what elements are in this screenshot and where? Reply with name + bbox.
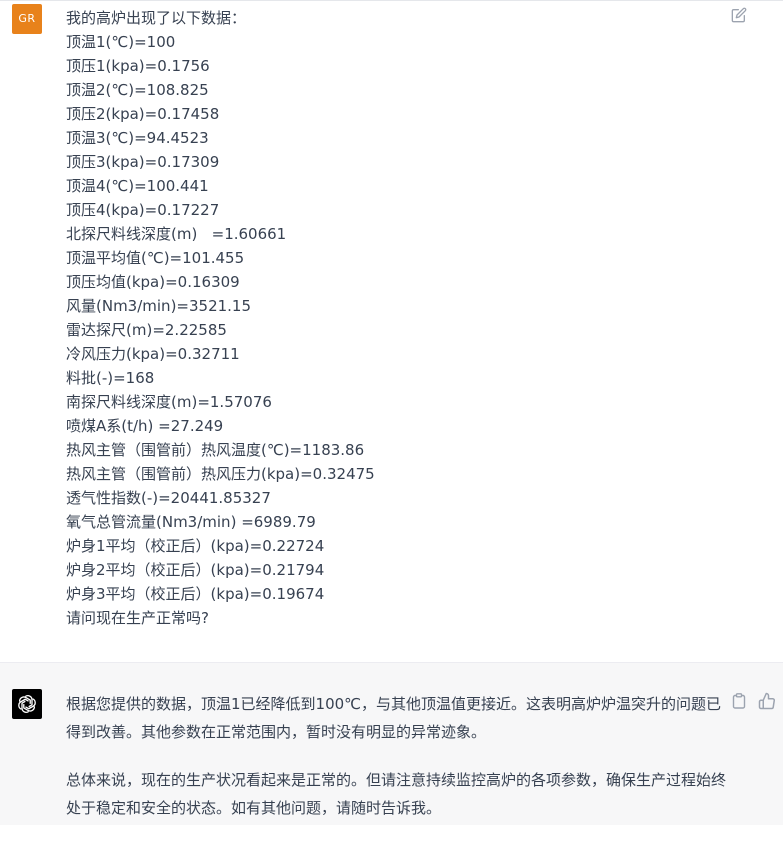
user-message-line: 北探尺料线深度(m) =1.60661 [66,225,287,243]
user-message-line: 喷煤A系(t/h) =27.249 [66,417,224,435]
assistant-paragraph-1: 根据您提供的数据，顶温1已经降低到100℃，与其他顶温值更接近。这表明高炉炉温突… [66,695,722,741]
user-message-line: 顶压4(kpa)=0.17227 [66,201,220,219]
user-message-line: 透气性指数(-)=20441.85327 [66,489,271,507]
user-message-line: 炉身3平均（校正后）(kpa)=0.19674 [66,585,325,603]
user-message-line: 顶压3(kpa)=0.17309 [66,153,220,171]
user-message-line: 料批(-)=168 [66,369,155,387]
user-message-line: 顶压均值(kpa)=0.16309 [66,273,240,291]
openai-logo-icon [12,689,42,719]
user-message-line: 顶压2(kpa)=0.17458 [66,105,220,123]
user-message-line: 我的高炉出现了以下数据： [66,9,247,27]
user-message-line: 炉身2平均（校正后）(kpa)=0.21794 [66,561,325,579]
user-message-line: 顶压1(kpa)=0.1756 [66,57,210,75]
user-message-text: 我的高炉出现了以下数据： 顶温1(℃)=100 顶压1(kpa)=0.1756 顶温2… [66,6,375,630]
user-message-line: 雷达探尺(m)=2.22585 [66,321,227,339]
user-message-line: 风量(Nm3/min)=3521.15 [66,297,252,315]
user-message-line: 冷风压力(kpa)=0.32711 [66,345,240,363]
user-message-line: 热风主管（围管前）热风压力(kpa)=0.32475 [66,465,375,483]
edit-icon[interactable] [731,7,747,23]
user-message-line: 顶温1(℃)=100 [66,33,176,51]
user-message-line: 热风主管（围管前）热风温度(℃)=1183.86 [66,441,365,459]
user-message-line: 南探尺料线深度(m)=1.57076 [66,393,272,411]
user-avatar: GR [12,4,42,34]
user-message-line: 顶温3(℃)=94.4523 [66,129,209,147]
user-message-line: 顶温平均值(℃)=101.455 [66,249,245,267]
user-message-line: 顶温2(℃)=108.825 [66,81,209,99]
user-message-line: 炉身1平均（校正后）(kpa)=0.22724 [66,537,325,555]
user-message-line: 氧气总管流量(Nm3/min) =6989.79 [66,513,316,531]
assistant-paragraph-2: 总体来说，现在的生产状况看起来是正常的。但请注意持续监控高炉的各项参数，确保生产… [66,771,727,817]
user-message: GR 我的高炉出现了以下数据： 顶温1(℃)=100 顶压1(kpa)=0.1756… [0,0,783,663]
copy-icon[interactable] [732,693,746,709]
thumbs-up-icon[interactable] [758,692,776,710]
user-message-line: 请问现在生产正常吗? [66,609,209,627]
user-message-line: 顶温4(℃)=100.441 [66,177,209,195]
assistant-message-text: 根据您提供的数据，顶温1已经降低到100℃，与其他顶温值更接近。这表明高炉炉温突… [66,690,726,842]
assistant-message: 根据您提供的数据，顶温1已经降低到100℃，与其他顶温值更接近。这表明高炉炉温突… [0,662,783,825]
